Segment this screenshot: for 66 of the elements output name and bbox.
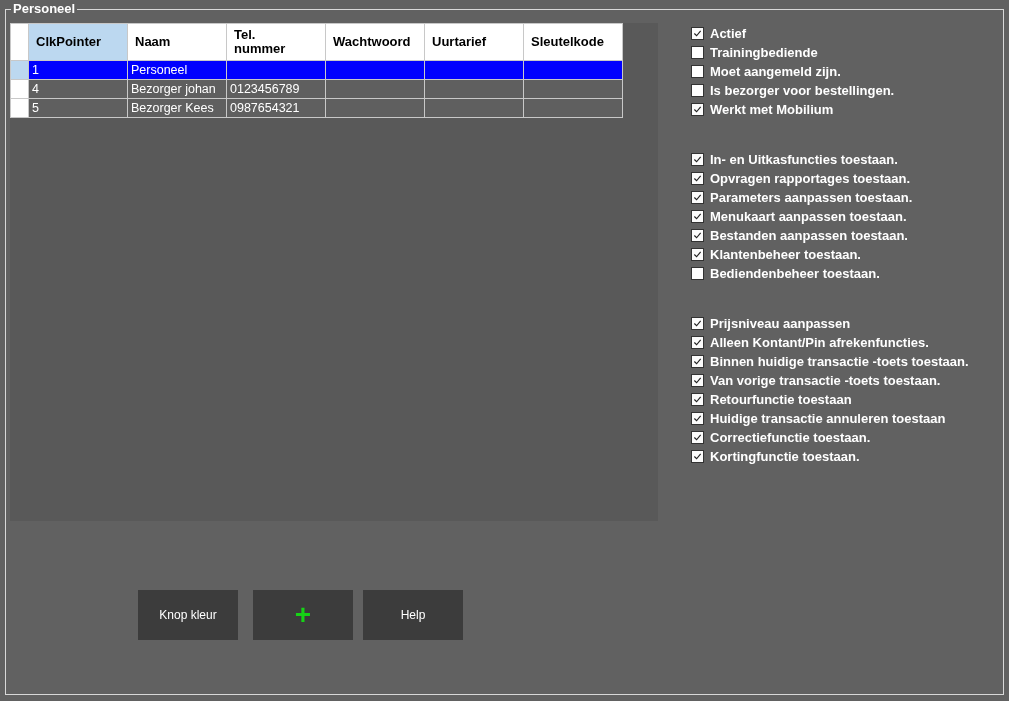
checkmark-icon bbox=[693, 212, 702, 221]
checkbox-label: Van vorige transactie -toets toestaan. bbox=[710, 373, 941, 388]
checkmark-icon bbox=[693, 174, 702, 183]
checkbox-label: Retourfunctie toestaan bbox=[710, 392, 852, 407]
checkbox[interactable] bbox=[691, 412, 704, 425]
checkbox-label: Binnen huidige transactie -toets toestaan. bbox=[710, 354, 969, 369]
checkmark-icon bbox=[693, 357, 702, 366]
checkmark-icon bbox=[693, 376, 702, 385]
checkbox[interactable] bbox=[691, 374, 704, 387]
checkbox[interactable] bbox=[691, 317, 704, 330]
checkbox-label: Menukaart aanpassen toestaan. bbox=[710, 209, 907, 224]
checkbox[interactable] bbox=[691, 84, 704, 97]
action-button[interactable]: Help bbox=[363, 590, 463, 640]
checkbox[interactable] bbox=[691, 46, 704, 59]
checkbox-label: Is bezorger voor bestellingen. bbox=[710, 83, 895, 98]
checkbox[interactable] bbox=[691, 210, 704, 223]
checkbox-label: Opvragen rapportages toestaan. bbox=[710, 171, 911, 186]
checkbox[interactable] bbox=[691, 267, 704, 280]
checkbox[interactable] bbox=[691, 153, 704, 166]
checkbox-label: Moet aangemeld zijn. bbox=[710, 64, 841, 79]
checkbox[interactable] bbox=[691, 229, 704, 242]
checkmark-icon bbox=[693, 319, 702, 328]
checkbox[interactable] bbox=[691, 393, 704, 406]
checkbox-label: Werkt met Mobilium bbox=[710, 102, 834, 117]
checkbox-label: Actief bbox=[710, 26, 747, 41]
column-header[interactable]: Sleutelkode bbox=[523, 23, 623, 61]
column-header[interactable]: ClkPointer bbox=[28, 23, 128, 61]
checkbox-label: Bestanden aanpassen toestaan. bbox=[710, 228, 908, 243]
checkbox-label: Parameters aanpassen toestaan. bbox=[710, 190, 913, 205]
checkbox[interactable] bbox=[691, 172, 704, 185]
checkmark-icon bbox=[693, 452, 702, 461]
checkmark-icon bbox=[693, 414, 702, 423]
checkbox[interactable] bbox=[691, 27, 704, 40]
column-header[interactable]: Wachtwoord bbox=[325, 23, 425, 61]
checkbox[interactable] bbox=[691, 431, 704, 444]
checkmark-icon bbox=[693, 395, 702, 404]
checkbox-label: Klantenbeheer toestaan. bbox=[710, 247, 861, 262]
checkbox-label: Trainingbediende bbox=[710, 45, 818, 60]
action-button[interactable]: Knop kleur bbox=[138, 590, 238, 640]
checkmark-icon bbox=[693, 250, 702, 259]
column-header[interactable]: Uurtarief bbox=[424, 23, 524, 61]
checkmark-icon bbox=[693, 231, 702, 240]
checkmark-icon bbox=[693, 193, 702, 202]
checkbox[interactable] bbox=[691, 336, 704, 349]
checkbox[interactable] bbox=[691, 450, 704, 463]
checkbox[interactable] bbox=[691, 355, 704, 368]
column-header[interactable]: Naam bbox=[127, 23, 227, 61]
checkbox-label: Bediendenbeheer toestaan. bbox=[710, 266, 880, 281]
checkbox[interactable] bbox=[691, 191, 704, 204]
checkmark-icon bbox=[693, 105, 702, 114]
checkbox-label: Kortingfunctie toestaan. bbox=[710, 449, 860, 464]
checkmark-icon bbox=[693, 155, 702, 164]
checkbox-label: Correctiefunctie toestaan. bbox=[710, 430, 871, 445]
checkbox-label: In- en Uitkasfuncties toestaan. bbox=[710, 152, 898, 167]
add-button[interactable]: + bbox=[253, 590, 353, 640]
checkmark-icon bbox=[693, 338, 702, 347]
checkbox[interactable] bbox=[691, 103, 704, 116]
checkbox-label: Prijsniveau aanpassen bbox=[710, 316, 851, 331]
checkmark-icon bbox=[693, 29, 702, 38]
column-header[interactable]: Tel. nummer bbox=[226, 23, 326, 61]
checkbox[interactable] bbox=[691, 248, 704, 261]
checkbox[interactable] bbox=[691, 65, 704, 78]
checkmark-icon bbox=[693, 433, 702, 442]
checkbox-label: Alleen Kontant/Pin afrekenfuncties. bbox=[710, 335, 929, 350]
checkbox-label: Huidige transactie annuleren toestaan bbox=[710, 411, 946, 426]
group-title: Personeel bbox=[11, 1, 78, 16]
